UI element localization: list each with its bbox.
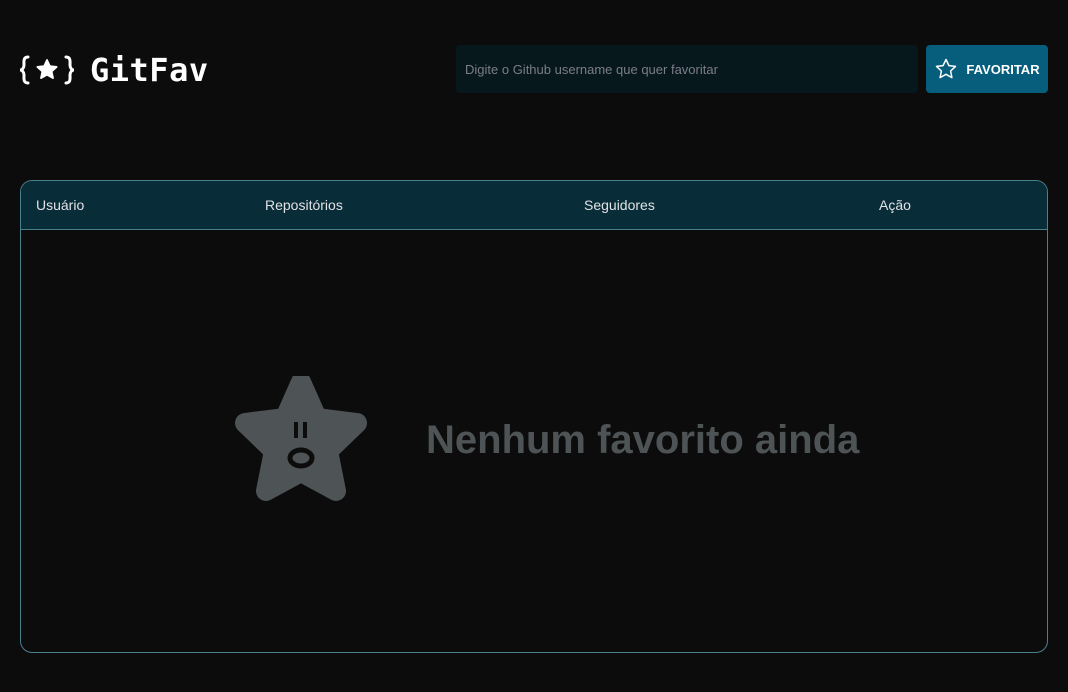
column-header-followers: Seguidores <box>584 197 655 213</box>
star-outline-icon <box>934 57 958 81</box>
favorite-button[interactable]: FAVORITAR <box>926 45 1048 93</box>
curly-braces-star-icon <box>20 54 74 86</box>
column-header-action: Ação <box>879 197 911 213</box>
search-bar: FAVORITAR <box>456 45 1048 93</box>
column-header-user: Usuário <box>36 197 85 213</box>
favorites-table: Usuário Repositórios Seguidores Ação Nen… <box>20 180 1048 653</box>
brand-name: GitFav <box>90 51 209 89</box>
surprised-star-icon <box>233 372 369 511</box>
app: GitFav FAVORITAR Usuário Repositórios Se… <box>0 0 1068 692</box>
github-username-input[interactable] <box>456 45 918 93</box>
logo: GitFav <box>20 50 209 90</box>
empty-state: Nenhum favorito ainda <box>21 230 1047 652</box>
table-header: Usuário Repositórios Seguidores Ação <box>21 181 1047 230</box>
empty-state-message: Nenhum favorito ainda <box>426 418 860 462</box>
column-header-repositories: Repositórios <box>265 197 343 213</box>
favorite-button-label: FAVORITAR <box>966 61 1040 77</box>
